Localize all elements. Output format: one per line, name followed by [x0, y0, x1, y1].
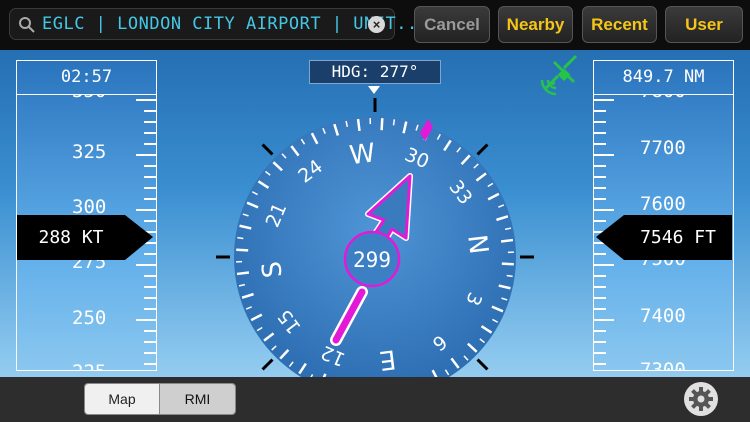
- tape-tick: [594, 341, 606, 343]
- tape-tick: [144, 176, 156, 178]
- bearing-value: 299: [353, 248, 391, 272]
- tape-tick: [594, 198, 606, 200]
- altitude-readout: 7546 FT: [624, 215, 732, 260]
- altitude-pointer: [596, 215, 624, 260]
- tape-tick: [594, 275, 606, 277]
- tape-tick: [594, 363, 606, 365]
- tape-label: 7400: [640, 305, 686, 327]
- airspeed-readout: 288 KT: [17, 215, 125, 260]
- compass-tick: [500, 238, 514, 243]
- tape-tick: [144, 308, 156, 310]
- tape-tick: [594, 121, 606, 123]
- tape-tick: [144, 341, 156, 343]
- compass-tick: [501, 262, 514, 266]
- gear-icon[interactable]: [684, 382, 718, 416]
- satellite-icon: [540, 54, 578, 96]
- compass-tick: [380, 118, 384, 131]
- compass-tick: [237, 236, 244, 240]
- compass-tick: [392, 119, 396, 126]
- reference-tick: [476, 358, 489, 371]
- compass-tick: [236, 248, 249, 252]
- tape-tick: [144, 286, 156, 288]
- tape-tick: [136, 99, 156, 101]
- tape-tick: [144, 165, 156, 167]
- heading-readout: HDG: 277°: [309, 60, 441, 84]
- tape-tick: [594, 352, 606, 354]
- tape-tick: [144, 352, 156, 354]
- compass-tick: [506, 274, 513, 278]
- tape-tick: [594, 165, 606, 167]
- heading-pointer: [368, 86, 380, 94]
- tape-tick: [594, 308, 606, 310]
- cardinal-label: N: [461, 233, 493, 256]
- tape-tick: [144, 363, 156, 365]
- rmi-tab[interactable]: RMI: [160, 384, 235, 414]
- tape-tick: [144, 121, 156, 123]
- tape-tick: [144, 132, 156, 134]
- tape-label: 7300: [640, 359, 686, 371]
- tape-tick: [144, 198, 156, 200]
- tape-tick: [144, 143, 156, 145]
- tape-tick: [594, 154, 614, 156]
- tape-label: 7700: [640, 137, 686, 159]
- tape-tick: [136, 319, 156, 321]
- tape-tick: [594, 110, 606, 112]
- tape-label: 325: [72, 141, 107, 163]
- tape-tick: [594, 264, 614, 266]
- tape-label: 7600: [640, 193, 686, 215]
- cardinal-label: W: [348, 138, 377, 171]
- tape-tick: [594, 286, 606, 288]
- time-readout: 02:57: [17, 61, 156, 95]
- tape-tick: [594, 319, 614, 321]
- tape-label: 7800: [640, 95, 686, 102]
- tape-label: 250: [72, 307, 107, 329]
- tape-tick: [136, 264, 156, 266]
- tape-tick: [144, 187, 156, 189]
- tape-label: 225: [72, 361, 106, 371]
- airspeed-pointer: [125, 215, 153, 260]
- map-tab[interactable]: Map: [85, 384, 160, 414]
- tape-tick: [594, 187, 606, 189]
- reference-tick: [476, 143, 489, 156]
- tape-tick: [594, 143, 606, 145]
- tape-tick: [144, 110, 156, 112]
- tape-tick: [144, 330, 156, 332]
- tape-tick: [594, 330, 606, 332]
- distance-readout: 849.7 NM: [594, 61, 733, 95]
- tape-label: 350: [72, 95, 106, 102]
- tape-tick: [594, 132, 606, 134]
- tape-tick: [594, 176, 606, 178]
- compass-tick: [356, 118, 361, 132]
- tape-tick: [144, 297, 156, 299]
- tape-tick: [144, 275, 156, 277]
- view-segmented-control[interactable]: Map RMI: [84, 383, 236, 415]
- reference-tick: [261, 143, 274, 156]
- tape-tick: [136, 154, 156, 156]
- compass-tick: [236, 271, 250, 276]
- tape-tick: [136, 209, 156, 211]
- tape-tick: [594, 297, 606, 299]
- reference-tick: [261, 358, 274, 371]
- tape-tick: [594, 99, 614, 101]
- tape-tick: [594, 209, 614, 211]
